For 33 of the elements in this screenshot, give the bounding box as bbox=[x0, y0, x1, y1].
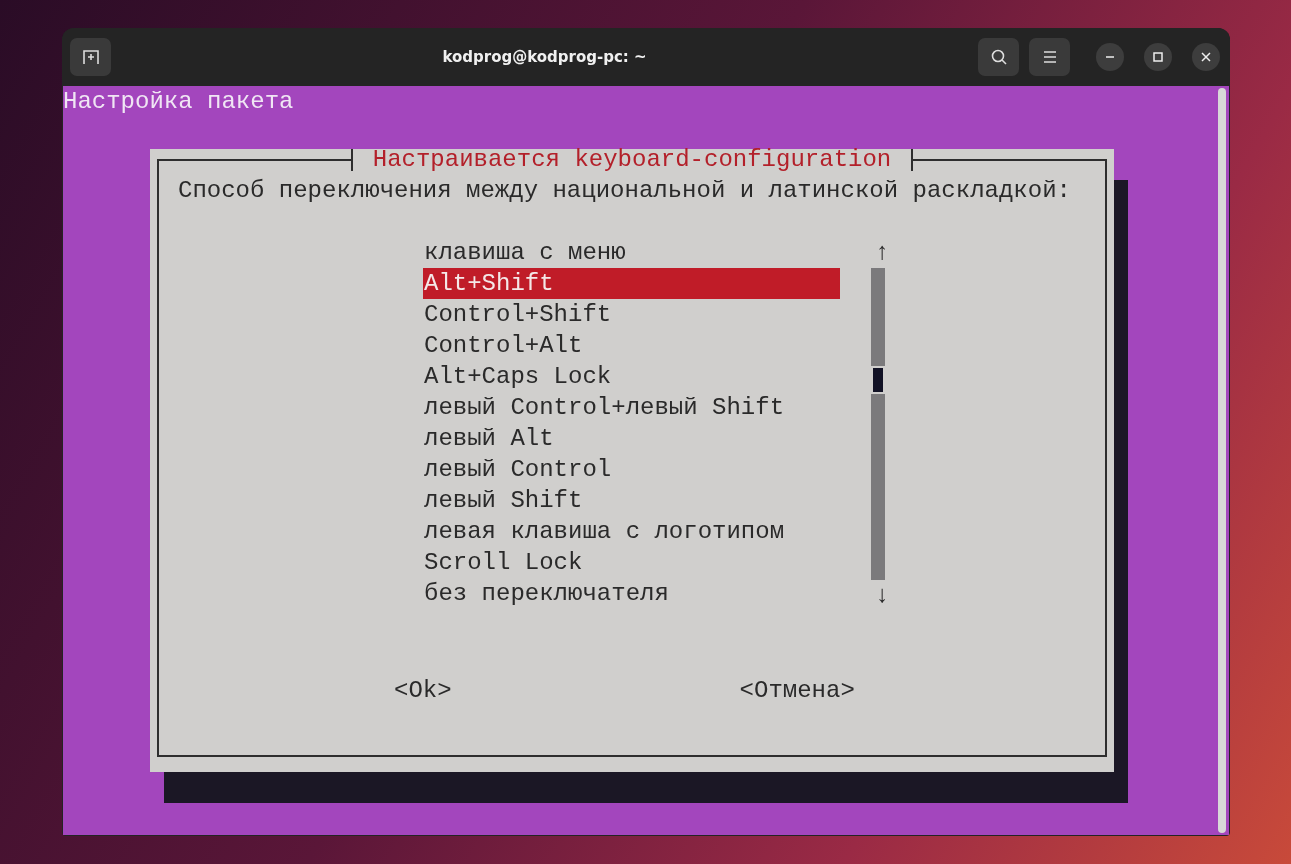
close-icon bbox=[1200, 50, 1212, 63]
menu-icon bbox=[1041, 49, 1058, 64]
list-option[interactable]: Alt+Caps Lock bbox=[423, 361, 840, 392]
list-option[interactable]: левый Control bbox=[423, 454, 840, 485]
list-option[interactable]: левый Control+левый Shift bbox=[423, 392, 840, 423]
scroll-down-arrow[interactable]: ↓ bbox=[874, 580, 890, 611]
scroll-up-arrow[interactable]: ↑ bbox=[874, 237, 890, 268]
list-option[interactable]: клавиша с меню bbox=[423, 237, 840, 268]
new-tab-button[interactable] bbox=[70, 37, 111, 76]
cancel-button[interactable]: <Отмена> bbox=[739, 675, 855, 706]
list-option[interactable]: Control+Alt bbox=[423, 330, 840, 361]
new-tab-icon bbox=[81, 47, 100, 66]
list-option[interactable]: Scroll Lock bbox=[423, 547, 840, 578]
terminal-scrollbar[interactable] bbox=[1218, 88, 1226, 833]
prompt-text: Способ переключения между национальной и латинской раскладкой: bbox=[178, 176, 1072, 206]
package-config-header: Настройка пакета bbox=[63, 87, 295, 117]
menu-button[interactable] bbox=[1029, 37, 1070, 76]
list-option[interactable]: Control+Shift bbox=[423, 299, 840, 330]
list-option[interactable]: левый Alt bbox=[423, 423, 840, 454]
close-button[interactable] bbox=[1192, 42, 1220, 71]
search-button[interactable] bbox=[978, 37, 1019, 76]
list-option[interactable]: левая клавиша с логотипом bbox=[423, 516, 840, 547]
dialog-title: Настраивается keyboard-configuration bbox=[350, 149, 914, 171]
ok-button[interactable]: <Ok> bbox=[394, 675, 452, 706]
list-option[interactable]: без переключателя bbox=[423, 578, 840, 609]
list-option[interactable]: Alt+Shift bbox=[423, 268, 840, 299]
minimize-icon bbox=[1105, 55, 1115, 58]
maximize-button[interactable] bbox=[1144, 42, 1172, 71]
scrollbar-thumb[interactable] bbox=[873, 368, 883, 392]
list-option[interactable]: левый Shift bbox=[423, 485, 840, 516]
window-title: kodprog@kodprog-pc: ~ bbox=[441, 47, 648, 66]
maximize-icon bbox=[1152, 50, 1164, 63]
search-icon bbox=[989, 47, 1008, 66]
